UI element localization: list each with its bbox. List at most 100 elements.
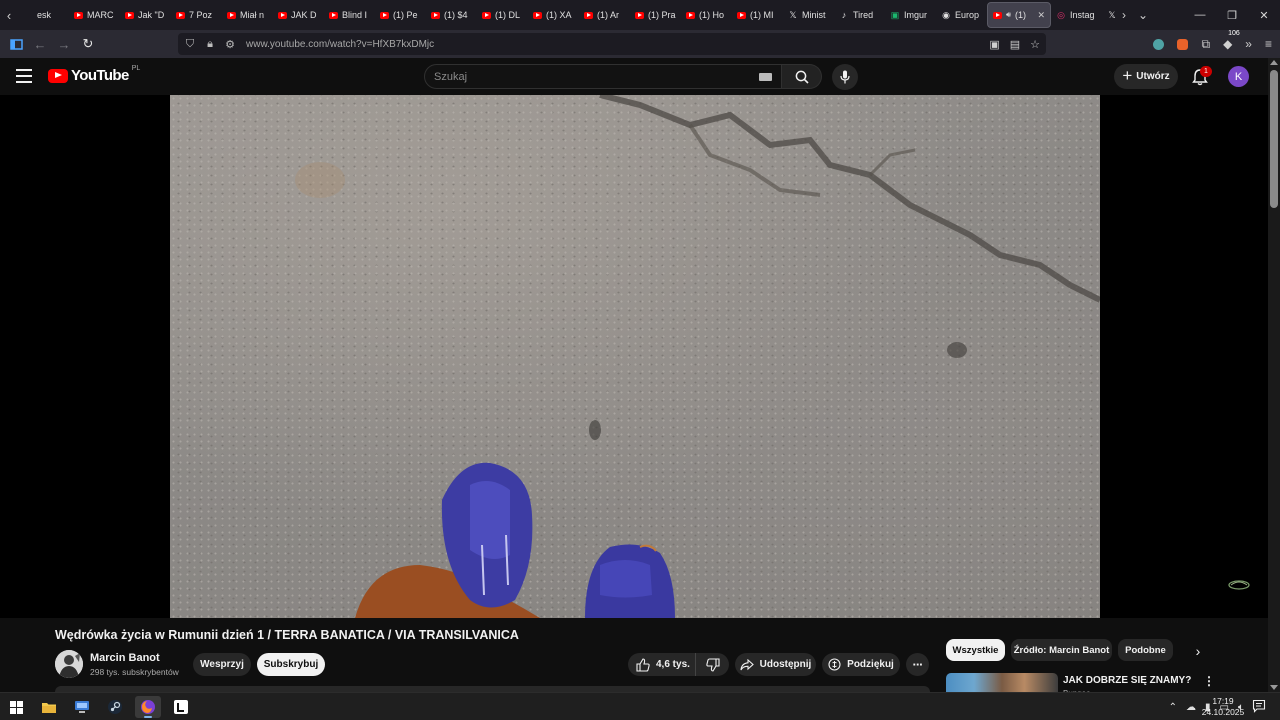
channel-name[interactable]: Marcin Banot bbox=[90, 652, 160, 664]
onedrive-cloud-icon[interactable]: ☁ bbox=[1186, 702, 1196, 713]
audio-playing-icon[interactable]: 🔊︎ bbox=[1006, 10, 1011, 20]
browser-tab[interactable]: (1) XA bbox=[528, 2, 579, 28]
url-bar[interactable]: ⛉ 🔒︎ ⚙ www.youtube.com/watch?v=HfXB7kxDM… bbox=[178, 33, 1046, 55]
tabs-scroll-right-icon[interactable]: › bbox=[1122, 8, 1126, 22]
search-button[interactable] bbox=[782, 64, 822, 89]
picture-in-picture-icon[interactable]: ▣ bbox=[989, 38, 999, 51]
browser-tab[interactable]: ◎ Instag bbox=[1051, 2, 1102, 28]
app-launcher-icon[interactable] bbox=[168, 696, 194, 718]
tab-label: (1) Pra bbox=[648, 10, 676, 20]
recommendation-menu-icon[interactable]: ⋮ bbox=[1203, 674, 1215, 688]
chips-next-chevron-icon[interactable]: › bbox=[1190, 643, 1206, 659]
thanks-button[interactable]: Podziękuj bbox=[822, 653, 900, 676]
browser-tab[interactable]: ♪ Tired bbox=[834, 2, 885, 28]
youtube-icon bbox=[278, 11, 287, 19]
lock-icon[interactable]: 🔒︎ bbox=[204, 38, 216, 51]
extensions-puzzle-icon[interactable]: ⧉ bbox=[1201, 37, 1210, 52]
search-input[interactable]: Szukaj bbox=[424, 64, 782, 89]
firefox-icon[interactable] bbox=[135, 696, 161, 718]
browser-tab[interactable]: (1) MI bbox=[732, 2, 783, 28]
close-tab-icon[interactable]: ✕ bbox=[1037, 10, 1045, 21]
sidebar-toggle-icon[interactable] bbox=[4, 32, 28, 56]
youtube-play-icon bbox=[48, 68, 68, 83]
browser-tab[interactable]: 𝕏Palik bbox=[1102, 2, 1116, 28]
browser-tab[interactable]: (1) Ar bbox=[579, 2, 630, 28]
back-button[interactable]: ← bbox=[28, 32, 52, 56]
guide-menu-icon[interactable] bbox=[16, 69, 32, 83]
browser-tab[interactable]: ▣ Imgur bbox=[885, 2, 936, 28]
overflow-chevron-icon[interactable]: » bbox=[1245, 37, 1252, 51]
close-window-button[interactable]: ✕ bbox=[1248, 0, 1280, 30]
browser-tab[interactable]: (1) $4 bbox=[426, 2, 477, 28]
privacy-extension-icon[interactable] bbox=[1153, 38, 1165, 50]
browser-tab[interactable]: (1) Pe bbox=[375, 2, 426, 28]
windows-logo-icon bbox=[9, 700, 23, 714]
taskbar-clock[interactable]: 17:19 24.10.2025 bbox=[1196, 696, 1250, 718]
restore-window-button[interactable]: ❐ bbox=[1216, 0, 1248, 30]
video-frame[interactable] bbox=[170, 95, 1100, 618]
scroll-down-icon[interactable] bbox=[1270, 685, 1278, 690]
url-text[interactable]: www.youtube.com/watch?v=HfXB7kxDMjc bbox=[246, 39, 434, 50]
chip-related[interactable]: Podobne bbox=[1118, 639, 1173, 661]
scroll-up-icon[interactable] bbox=[1270, 60, 1278, 65]
more-actions-icon[interactable]: ··· bbox=[906, 653, 929, 676]
tracking-protection-shield-icon[interactable]: ⛉ bbox=[184, 38, 196, 51]
tab-label: Miał n bbox=[240, 10, 265, 20]
notification-center-icon[interactable] bbox=[1252, 699, 1266, 713]
browser-tab[interactable]: Blind I bbox=[324, 2, 375, 28]
super-thanks-icon bbox=[828, 658, 841, 671]
share-button[interactable]: Udostępnij bbox=[735, 653, 816, 676]
chip-all[interactable]: Wszystkie bbox=[946, 639, 1005, 661]
chip-from-channel[interactable]: Źródło: Marcin Banot bbox=[1011, 639, 1112, 661]
create-button[interactable]: + Utwórz bbox=[1114, 64, 1178, 89]
bookmark-star-icon[interactable]: ☆ bbox=[1030, 38, 1040, 51]
browser-tab[interactable]: (1) Ho bbox=[681, 2, 732, 28]
like-button[interactable]: 4,6 tys. bbox=[628, 653, 696, 676]
youtube-logo[interactable]: YouTube PL bbox=[48, 65, 140, 84]
browser-tab[interactable]: Jak "D bbox=[120, 2, 171, 28]
file-explorer-icon[interactable] bbox=[36, 696, 62, 718]
addon-extension-icon[interactable] bbox=[1177, 38, 1189, 50]
channel-watermark-icon[interactable] bbox=[1228, 579, 1250, 591]
dislike-button[interactable] bbox=[696, 653, 729, 676]
voice-search-button[interactable] bbox=[832, 64, 858, 90]
page-scrollbar[interactable] bbox=[1268, 58, 1280, 692]
support-button[interactable]: Wesprzyj bbox=[193, 653, 251, 676]
forward-button[interactable]: → bbox=[52, 32, 76, 56]
browser-tab[interactable]: Miał n bbox=[222, 2, 273, 28]
browser-tab[interactable]: ◉ Europ bbox=[936, 2, 987, 28]
permissions-icon[interactable]: ⚙ bbox=[224, 38, 236, 51]
channel-avatar[interactable] bbox=[55, 650, 83, 678]
tab-label: (1) Ho bbox=[699, 10, 725, 20]
start-button[interactable] bbox=[3, 696, 29, 718]
tab-label: Tired bbox=[853, 10, 874, 20]
reload-button[interactable]: ↻ bbox=[76, 32, 100, 56]
show-hidden-icons-chevron-icon[interactable]: ⌃ bbox=[1169, 702, 1177, 713]
list-all-tabs-icon[interactable]: ⌄ bbox=[1138, 8, 1148, 22]
browser-tab[interactable]: JAK D bbox=[273, 2, 324, 28]
recommendation-title[interactable]: JAK DOBRZE SIĘ ZNAMY? bbox=[1063, 675, 1191, 686]
subscribe-button[interactable]: Subskrybuj bbox=[257, 653, 325, 676]
minimize-window-button[interactable]: — bbox=[1184, 0, 1216, 30]
monitor-app-icon[interactable] bbox=[69, 696, 95, 718]
account-avatar[interactable]: K bbox=[1228, 66, 1249, 87]
video-player[interactable] bbox=[0, 95, 1268, 618]
browser-tab[interactable]: 𝕏 Minist bbox=[783, 2, 834, 28]
recommendation-thumbnail[interactable] bbox=[946, 673, 1058, 692]
app-menu-icon[interactable]: ≡ bbox=[1265, 37, 1272, 51]
keyboard-icon[interactable] bbox=[759, 73, 772, 81]
steam-icon[interactable] bbox=[102, 696, 128, 718]
ublock-extension-icon[interactable]: ◆ 106 bbox=[1223, 30, 1241, 51]
browser-tab[interactable]: (1) Pra bbox=[630, 2, 681, 28]
browser-tab[interactable]: esk bbox=[18, 2, 69, 28]
tabs-scroll-left-icon[interactable]: ‹ bbox=[0, 0, 18, 30]
tab-label: (1) bbox=[1015, 10, 1027, 20]
reader-view-icon[interactable]: ▤ bbox=[1010, 38, 1020, 51]
scrollbar-thumb[interactable] bbox=[1270, 70, 1278, 208]
tab-label: Imgur bbox=[904, 10, 928, 20]
browser-tab[interactable]: 🔊︎ (1) ✕ bbox=[987, 2, 1051, 28]
browser-tab[interactable]: 7 Poz bbox=[171, 2, 222, 28]
tab-label: Blind I bbox=[342, 10, 368, 20]
browser-tab[interactable]: (1) DL bbox=[477, 2, 528, 28]
browser-tab[interactable]: MARC bbox=[69, 2, 120, 28]
